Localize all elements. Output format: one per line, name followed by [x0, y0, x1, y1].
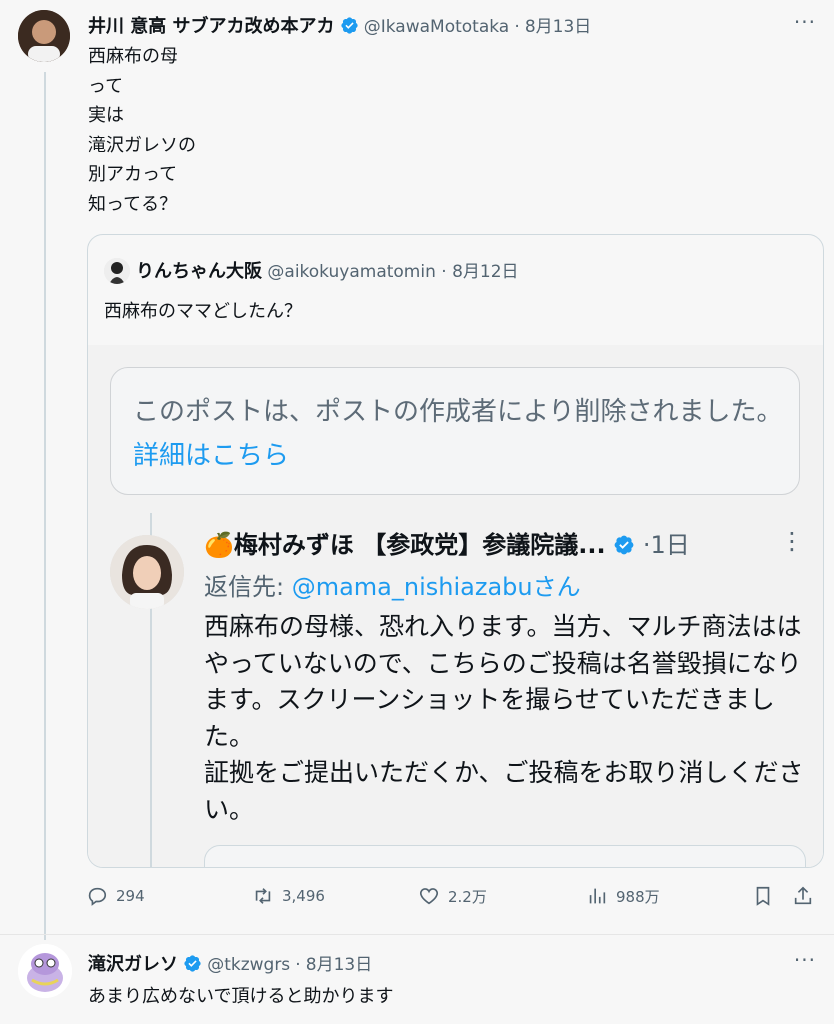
view-count: 988万 [616, 887, 660, 906]
quote-header: りんちゃん大阪 @aikokuyamatomin · 8月12日 [104, 257, 519, 284]
verified-badge-icon [341, 17, 358, 34]
thread-line [44, 72, 46, 940]
screenshot-post-header: 🍊梅村みずほ 【参政党】参議院議... ·1日 [204, 525, 690, 560]
post-date[interactable]: 8月13日 [525, 17, 591, 37]
details-link: 詳細はこちら [133, 441, 290, 471]
bookmark-button[interactable] [752, 885, 774, 907]
avatar[interactable] [18, 944, 72, 998]
heart-icon [419, 888, 439, 905]
post-date[interactable]: 8月13日 [306, 955, 372, 975]
like-count: 2.2万 [448, 887, 487, 906]
tweet-header: 井川 意高 サブアカ改め本アカ @IkawaMototaka · 8月13日 [88, 12, 591, 38]
quote-author-name: りんちゃん大阪 [136, 261, 262, 282]
deleted-notice-text: このポストは、ポストの作成者により削除されました。 [133, 397, 783, 427]
reply-icon [88, 887, 107, 906]
reply-handle: @mama_nishiazabu [291, 573, 533, 601]
screenshot-post-body: 西麻布の母様、恐れ入ります。当方、マルチ商法ははやっていないので、こちらのご投稿… [204, 612, 804, 824]
tweet-text: 西麻布の母 って 実は 滝沢ガレソの 別アカって 知ってる？ [88, 46, 196, 215]
author-handle[interactable]: @tkzwgrs [207, 955, 290, 975]
author-name[interactable]: 井川 意高 サブアカ改め本アカ [88, 16, 335, 37]
like-button[interactable]: 2.2万 [418, 885, 487, 907]
separator-dot: · [441, 262, 447, 282]
screenshot-post-time: ·1日 [642, 531, 690, 559]
author-handle[interactable]: @IkawaMototaka [364, 17, 509, 37]
tweet-text: あまり広めないで頂けると助かります [88, 986, 394, 1007]
quoted-post[interactable]: りんちゃん大阪 @aikokuyamatomin · 8月12日 西麻布のママど… [87, 234, 824, 868]
retweet-icon [255, 888, 271, 904]
action-bar: 294 3,496 2.2万 988万 [86, 885, 826, 915]
reply-count: 294 [116, 887, 145, 905]
views-button[interactable]: 988万 [586, 885, 660, 907]
quoted-screenshot-image: このポストは、ポストの作成者により削除されました。詳細はこちら 🍊梅村みずほ 【… [88, 345, 823, 867]
quote-avatar [104, 258, 130, 284]
quote-date: 8月12日 [452, 262, 519, 282]
separator-dot: · [295, 955, 301, 975]
divider [0, 934, 834, 935]
screenshot-more-icon: ⋮ [780, 527, 804, 555]
more-options-icon[interactable]: ··· [794, 10, 816, 34]
screenshot-author-name: 🍊梅村みずほ 【参政党】参議院議... [204, 531, 606, 559]
screenshot-avatar [110, 535, 184, 609]
share-button[interactable] [792, 885, 814, 907]
more-options-icon[interactable]: ··· [794, 948, 816, 972]
deleted-post-notice: このポストは、ポストの作成者により削除されました。詳細はこちら [110, 367, 800, 495]
quote-author-handle: @aikokuyamatomin [267, 262, 436, 282]
bookmark-icon [756, 886, 770, 906]
reply-suffix: さん [532, 573, 581, 601]
share-icon [794, 886, 812, 905]
separator-dot: · [514, 17, 520, 37]
quote-text: 西麻布のママどしたん？ [104, 301, 302, 322]
reply-to-line: 返信先: @mama_nishiazabuさん [204, 567, 581, 602]
reply-button[interactable]: 294 [86, 885, 145, 907]
tweet-header: 滝沢ガレソ @tkzwgrs · 8月13日 [88, 950, 372, 976]
author-name[interactable]: 滝沢ガレソ [88, 954, 178, 975]
avatar[interactable] [18, 10, 70, 62]
screenshot-embedded-card [204, 845, 806, 867]
retweet-button[interactable]: 3,496 [252, 885, 325, 907]
views-chart-icon [589, 888, 606, 904]
verified-badge-icon [184, 955, 201, 972]
reply-prefix: 返信先: [204, 573, 292, 601]
retweet-count: 3,496 [282, 887, 325, 905]
verified-badge-icon [614, 535, 634, 555]
